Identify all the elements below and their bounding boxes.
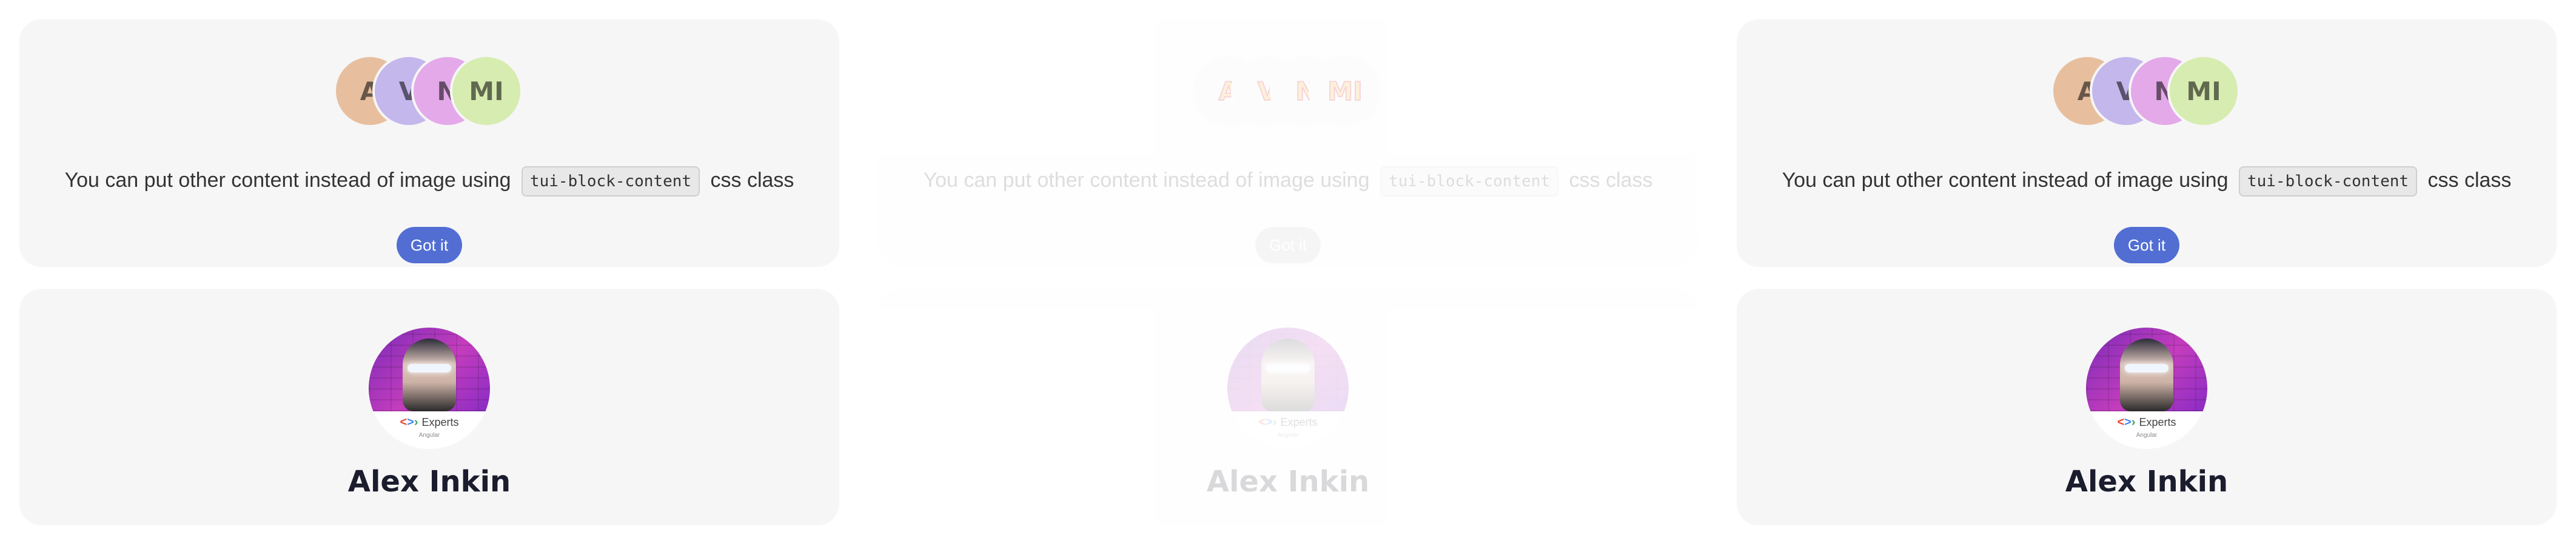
profile-photo: <>› Experts Angular (2086, 328, 2207, 449)
column-middle: A V N MI You can put other content inste… (878, 0, 1698, 546)
avatar-stack: A V N MI (1192, 55, 1384, 127)
avatar: MI (450, 55, 523, 127)
experts-logo-icon: <>› (2117, 415, 2136, 429)
hint-text-after: css class (1569, 169, 1653, 192)
avatar: MI (2167, 55, 2240, 127)
column-right: A V N MI You can put other content inste… (1737, 0, 2557, 546)
hint-text-before: You can put other content instead of ima… (923, 169, 1370, 192)
got-it-button[interactable]: Got it (2114, 227, 2179, 263)
experts-badge-sub: Angular (418, 432, 440, 439)
profile-photo: <>› Experts Angular (1227, 328, 1349, 449)
experts-badge: <>› Experts (2111, 415, 2182, 430)
demo-grid: A V N MI You can put other content inste… (0, 0, 2576, 546)
profile-card: <>› Experts Angular Alex Inkin (878, 289, 1698, 525)
profile-name: Alex Inkin (347, 465, 511, 499)
avatar-stack-card: A V N MI You can put other content inste… (1737, 19, 2557, 267)
experts-badge-text: Experts (2139, 416, 2176, 428)
photo-person (2120, 339, 2173, 411)
code-chip: tui-block-content (1380, 166, 1559, 197)
profile-photo: <>› Experts Angular (369, 328, 490, 449)
hint-text: You can put other content instead of ima… (878, 164, 1698, 197)
experts-badge-text: Experts (1280, 416, 1318, 428)
code-chip: tui-block-content (2238, 166, 2418, 197)
got-it-button[interactable]: Got it (1255, 227, 1321, 263)
photo-person (403, 339, 456, 411)
photo-person (1261, 339, 1315, 411)
hint-text: You can put other content instead of ima… (1737, 164, 2557, 197)
hint-text-after: css class (710, 169, 794, 192)
photo-glasses (2125, 364, 2168, 372)
avatar: MI (1309, 55, 1381, 127)
profile-card: <>› Experts Angular Alex Inkin (19, 289, 839, 525)
avatar-stack-card: A V N MI You can put other content inste… (878, 19, 1698, 267)
profile-name: Alex Inkin (2065, 465, 2229, 499)
profile-card: <>› Experts Angular Alex Inkin (1737, 289, 2557, 525)
photo-glasses (1266, 364, 1310, 372)
experts-logo-icon: <>› (400, 415, 418, 429)
got-it-button[interactable]: Got it (397, 227, 462, 263)
experts-badge-sub: Angular (2136, 432, 2158, 439)
code-chip: tui-block-content (521, 166, 700, 197)
experts-badge-text: Experts (421, 416, 459, 428)
hint-text-after: css class (2427, 169, 2512, 192)
experts-badge: <>› Experts (1253, 415, 1323, 430)
avatar-stack: A V N MI (2051, 55, 2242, 127)
experts-badge-sub: Angular (1277, 432, 1299, 439)
avatar-stack-card: A V N MI You can put other content inste… (19, 19, 839, 267)
photo-glasses (408, 364, 451, 372)
hint-text-before: You can put other content instead of ima… (1782, 169, 2229, 192)
hint-text: You can put other content instead of ima… (19, 164, 839, 197)
profile-name: Alex Inkin (1206, 465, 1370, 499)
experts-badge: <>› Experts (394, 415, 465, 430)
column-left: A V N MI You can put other content inste… (19, 0, 839, 546)
experts-logo-icon: <>› (1258, 415, 1277, 429)
avatar-stack: A V N MI (334, 55, 525, 127)
hint-text-before: You can put other content instead of ima… (64, 169, 511, 192)
